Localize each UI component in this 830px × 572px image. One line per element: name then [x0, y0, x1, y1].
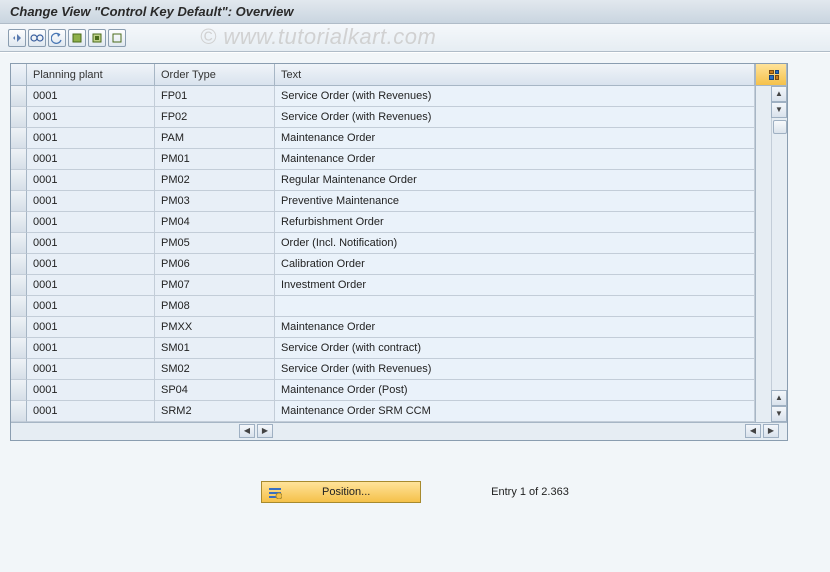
cell-planning-plant[interactable]: 0001: [27, 86, 155, 107]
row-selector[interactable]: [11, 401, 27, 422]
horizontal-scrollbar: ◀ ▶ ◀ ▶: [11, 422, 787, 440]
hscroll-right2-icon[interactable]: ▶: [763, 424, 779, 438]
scroll-thumb[interactable]: [773, 120, 787, 134]
cell-text[interactable]: Preventive Maintenance: [275, 191, 755, 212]
cell-planning-plant[interactable]: 0001: [27, 275, 155, 296]
content-area: Planning plant Order Type Text 0001FP01S…: [0, 52, 830, 572]
scroll-up-icon[interactable]: ▲: [771, 86, 787, 102]
cell-text[interactable]: Service Order (with Revenues): [275, 359, 755, 380]
cell-order-type[interactable]: PM04: [155, 212, 275, 233]
cell-order-type[interactable]: PM07: [155, 275, 275, 296]
data-grid: Planning plant Order Type Text 0001FP01S…: [11, 64, 787, 440]
vertical-scrollbar: ▲ ▼ ▲ ▼: [755, 86, 787, 422]
scroll-down-step-icon[interactable]: ▼: [771, 102, 787, 118]
scroll-down-icon[interactable]: ▼: [771, 406, 787, 422]
row-selector[interactable]: [11, 317, 27, 338]
cell-order-type[interactable]: FP02: [155, 107, 275, 128]
row-selector[interactable]: [11, 107, 27, 128]
cell-order-type[interactable]: PM01: [155, 149, 275, 170]
page-title: Change View "Control Key Default": Overv…: [0, 0, 830, 24]
cell-order-type[interactable]: SP04: [155, 380, 275, 401]
cell-text[interactable]: Regular Maintenance Order: [275, 170, 755, 191]
row-selector[interactable]: [11, 170, 27, 191]
cell-text[interactable]: Order (Incl. Notification): [275, 233, 755, 254]
cell-order-type[interactable]: SM02: [155, 359, 275, 380]
entry-counter: Entry 1 of 2.363: [491, 486, 569, 498]
cell-planning-plant[interactable]: 0001: [27, 212, 155, 233]
cell-order-type[interactable]: SM01: [155, 338, 275, 359]
cell-order-type[interactable]: PM03: [155, 191, 275, 212]
cell-planning-plant[interactable]: 0001: [27, 107, 155, 128]
cell-text[interactable]: Maintenance Order SRM CCM: [275, 401, 755, 422]
row-selector[interactable]: [11, 254, 27, 275]
cell-text[interactable]: Maintenance Order (Post): [275, 380, 755, 401]
position-button[interactable]: Position...: [261, 481, 421, 503]
row-selector[interactable]: [11, 212, 27, 233]
cell-order-type[interactable]: PM05: [155, 233, 275, 254]
row-selector[interactable]: [11, 338, 27, 359]
cell-text[interactable]: Maintenance Order: [275, 128, 755, 149]
cell-planning-plant[interactable]: 0001: [27, 296, 155, 317]
cell-text[interactable]: Service Order (with contract): [275, 338, 755, 359]
row-selector[interactable]: [11, 275, 27, 296]
cell-planning-plant[interactable]: 0001: [27, 170, 155, 191]
header-order-type[interactable]: Order Type: [155, 64, 275, 86]
deselect-all-icon[interactable]: [108, 29, 126, 47]
cell-order-type[interactable]: PMXX: [155, 317, 275, 338]
cell-planning-plant[interactable]: 0001: [27, 359, 155, 380]
footer-bar: Position... Entry 1 of 2.363: [10, 481, 820, 503]
cell-planning-plant[interactable]: 0001: [27, 254, 155, 275]
select-all-icon[interactable]: [68, 29, 86, 47]
cell-text[interactable]: Maintenance Order: [275, 149, 755, 170]
cell-planning-plant[interactable]: 0001: [27, 128, 155, 149]
cell-planning-plant[interactable]: 0001: [27, 191, 155, 212]
row-selector[interactable]: [11, 86, 27, 107]
glasses-icon[interactable]: [28, 29, 46, 47]
position-button-label: Position...: [288, 486, 420, 498]
hscroll-left2-icon[interactable]: ◀: [745, 424, 761, 438]
cell-order-type[interactable]: PM08: [155, 296, 275, 317]
cell-text[interactable]: Investment Order: [275, 275, 755, 296]
undo-icon[interactable]: [48, 29, 66, 47]
cell-text[interactable]: Refurbishment Order: [275, 212, 755, 233]
cell-order-type[interactable]: FP01: [155, 86, 275, 107]
cell-text[interactable]: Maintenance Order: [275, 317, 755, 338]
row-selector[interactable]: [11, 191, 27, 212]
cell-planning-plant[interactable]: 0001: [27, 401, 155, 422]
cell-order-type[interactable]: SRM2: [155, 401, 275, 422]
row-selector[interactable]: [11, 296, 27, 317]
cell-planning-plant[interactable]: 0001: [27, 233, 155, 254]
table-container: Planning plant Order Type Text 0001FP01S…: [10, 63, 788, 441]
cell-text[interactable]: [275, 296, 755, 317]
cell-planning-plant[interactable]: 0001: [27, 338, 155, 359]
row-selector[interactable]: [11, 233, 27, 254]
cell-text[interactable]: Service Order (with Revenues): [275, 107, 755, 128]
table-config-icon[interactable]: [755, 64, 787, 86]
row-selector[interactable]: [11, 128, 27, 149]
cell-planning-plant[interactable]: 0001: [27, 380, 155, 401]
toolbar: [0, 24, 830, 52]
cell-text[interactable]: Calibration Order: [275, 254, 755, 275]
hscroll-right-icon[interactable]: ▶: [257, 424, 273, 438]
header-planning-plant[interactable]: Planning plant: [27, 64, 155, 86]
cell-order-type[interactable]: PM06: [155, 254, 275, 275]
cell-planning-plant[interactable]: 0001: [27, 149, 155, 170]
row-selector[interactable]: [11, 380, 27, 401]
row-selector[interactable]: [11, 149, 27, 170]
scroll-up-bottom-icon[interactable]: ▲: [771, 390, 787, 406]
other-view-icon[interactable]: [8, 29, 26, 47]
select-block-icon[interactable]: [88, 29, 106, 47]
cell-text[interactable]: Service Order (with Revenues): [275, 86, 755, 107]
row-selector[interactable]: [11, 359, 27, 380]
header-text[interactable]: Text: [275, 64, 755, 86]
hscroll-left-icon[interactable]: ◀: [239, 424, 255, 438]
cell-planning-plant[interactable]: 0001: [27, 317, 155, 338]
cell-order-type[interactable]: PAM: [155, 128, 275, 149]
header-row-selector[interactable]: [11, 64, 27, 86]
cell-order-type[interactable]: PM02: [155, 170, 275, 191]
position-icon: [268, 485, 282, 499]
